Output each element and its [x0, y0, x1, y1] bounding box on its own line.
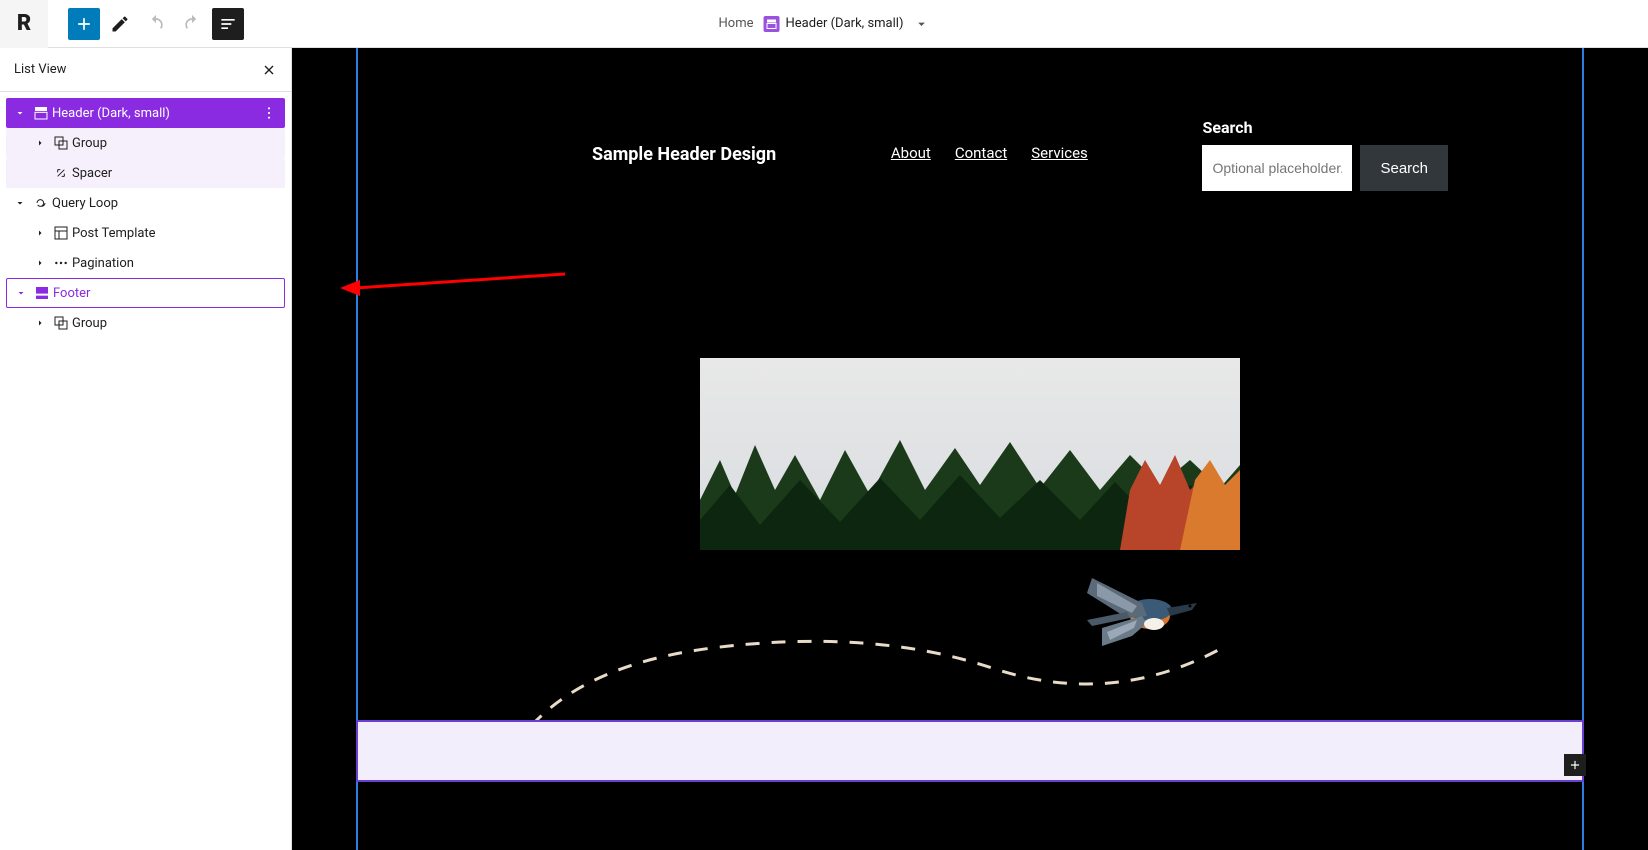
group-icon [50, 135, 72, 151]
editor-canvas[interactable]: Sample Header Design About Contact Servi… [292, 48, 1648, 850]
tree-item-query-loop[interactable]: Query Loop [6, 188, 285, 218]
tree-item-pagination[interactable]: Pagination [6, 248, 285, 278]
footer-selection-outline[interactable] [356, 720, 1584, 782]
search-button[interactable]: Search [1360, 145, 1448, 191]
group-icon [50, 315, 72, 331]
chevron-right-icon [30, 257, 50, 269]
chevron-down-icon[interactable] [913, 16, 929, 32]
nav-link-contact[interactable]: Contact [955, 144, 1007, 162]
close-panel-button[interactable] [261, 62, 277, 78]
tree-item-group[interactable]: Group [6, 308, 285, 338]
nav-link-about[interactable]: About [891, 144, 931, 162]
tree-label: Group [72, 316, 107, 331]
more-options-button[interactable] [261, 105, 277, 121]
preview-header: Sample Header Design About Contact Servi… [592, 144, 1448, 191]
breadcrumb-root[interactable]: Home [719, 16, 754, 31]
template-part-icon [764, 16, 780, 32]
site-title[interactable]: Sample Header Design [592, 144, 776, 165]
template-part-icon [30, 105, 52, 121]
site-logo[interactable]: R [0, 0, 48, 48]
chevron-down-icon [10, 197, 30, 209]
post-featured-image[interactable] [700, 358, 1240, 550]
tree-label: Pagination [72, 256, 134, 271]
chevron-down-icon [10, 107, 30, 119]
dots-horizontal-icon [50, 255, 72, 271]
bird-image[interactable] [1072, 568, 1202, 658]
tree-label: Footer [53, 286, 90, 301]
chevron-right-icon [30, 137, 50, 149]
tree-label: Group [72, 136, 107, 151]
add-block-button[interactable] [68, 8, 100, 40]
edit-tool-button[interactable] [104, 8, 136, 40]
undo-button[interactable] [140, 8, 172, 40]
panel-title: List View [14, 62, 66, 77]
tree-label: Spacer [72, 166, 112, 181]
chevron-right-icon [30, 317, 50, 329]
tree-label: Query Loop [52, 196, 118, 211]
search-block: Search Search [1202, 118, 1448, 191]
dots-vertical-icon [261, 105, 277, 121]
add-block-inline-button[interactable] [1564, 754, 1586, 776]
search-input[interactable] [1202, 145, 1352, 191]
tree-item-header[interactable]: Header (Dark, small) [6, 98, 285, 128]
chevron-right-icon [30, 227, 50, 239]
nav-link-services[interactable]: Services [1031, 144, 1088, 162]
tree-item-footer[interactable]: Footer [6, 278, 285, 308]
logo-letter: R [17, 11, 31, 36]
template-part-icon [31, 285, 53, 301]
chevron-down-icon [11, 287, 31, 299]
close-icon [261, 62, 277, 78]
plus-icon [1568, 758, 1582, 772]
breadcrumb-current[interactable]: Header (Dark, small) [764, 16, 904, 32]
spacer-icon [50, 165, 72, 181]
list-icon [218, 14, 238, 34]
tree-item-group[interactable]: Group [6, 128, 285, 158]
redo-button[interactable] [176, 8, 208, 40]
block-tree: Header (Dark, small) Group Spacer Qu [0, 92, 291, 344]
search-label: Search [1202, 118, 1448, 137]
plus-icon [74, 14, 94, 34]
pencil-icon [110, 14, 130, 34]
tree-label: Header (Dark, small) [52, 106, 170, 121]
list-view-toggle[interactable] [212, 8, 244, 40]
tree-item-spacer[interactable]: Spacer [6, 158, 285, 188]
breadcrumb: Home Header (Dark, small) [719, 16, 930, 32]
annotation-arrow [340, 268, 570, 298]
tree-label: Post Template [72, 226, 156, 241]
nav-menu: About Contact Services [891, 144, 1088, 162]
loop-icon [30, 195, 52, 211]
top-toolbar: R Home Header (Dark [0, 0, 1648, 48]
tree-item-post-template[interactable]: Post Template [6, 218, 285, 248]
redo-icon [182, 14, 202, 34]
breadcrumb-current-label: Header (Dark, small) [786, 16, 904, 31]
layout-icon [50, 225, 72, 241]
list-view-panel: List View Header (Dark, small) Group [0, 48, 292, 850]
undo-icon [146, 14, 166, 34]
